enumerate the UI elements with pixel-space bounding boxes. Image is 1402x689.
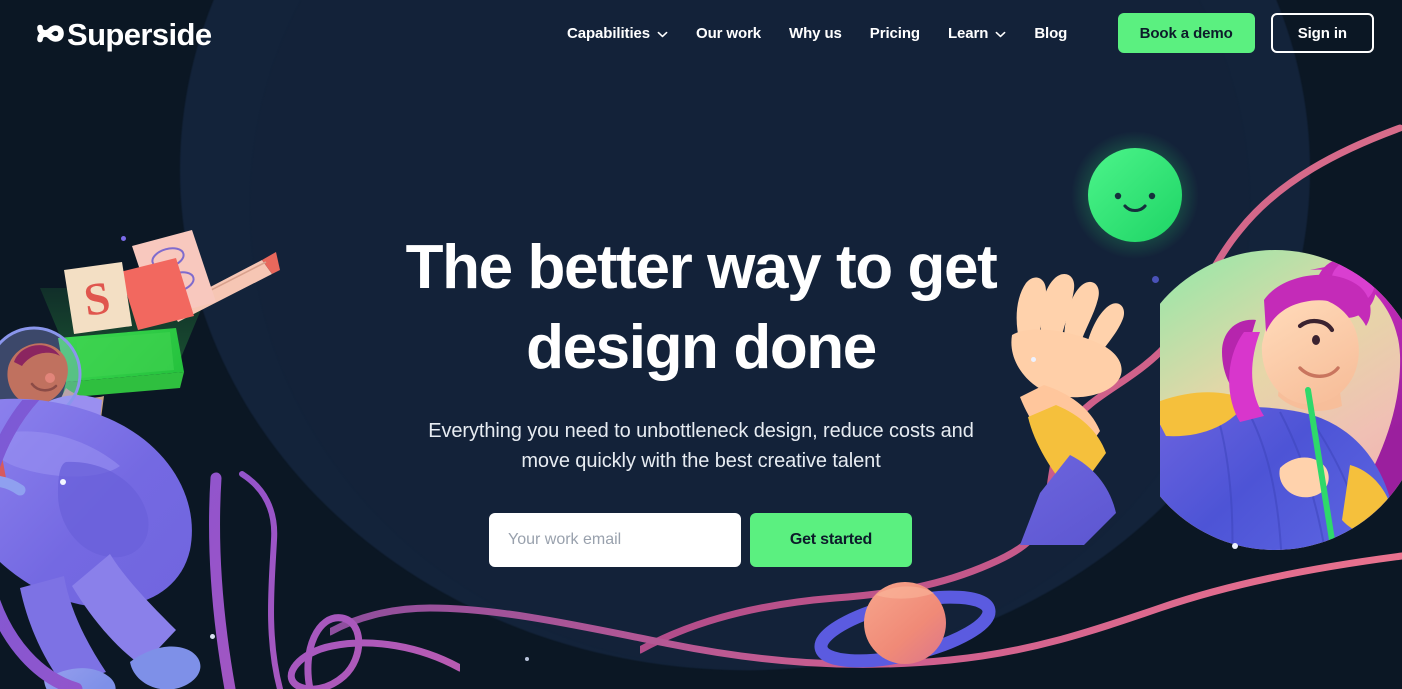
book-a-demo-button[interactable]: Book a demo xyxy=(1117,13,1255,53)
logo-wordmark: Superside xyxy=(67,16,212,52)
nav-item-our-work[interactable]: Our work xyxy=(682,17,775,50)
star-dot xyxy=(525,657,529,661)
chevron-down-icon xyxy=(657,29,668,40)
email-signup-form: Get started xyxy=(489,513,913,567)
nav-label: Pricing xyxy=(869,24,920,42)
hero-subtitle-line-2: move quickly with the best creative tale… xyxy=(521,450,881,472)
chevron-down-icon xyxy=(995,29,1006,40)
get-started-button[interactable]: Get started xyxy=(750,513,912,567)
star-dot xyxy=(210,634,215,639)
star-dot xyxy=(1232,543,1238,549)
star-dot xyxy=(121,236,126,241)
hero-title-line-2: design done xyxy=(526,313,877,382)
nav-label: Our work xyxy=(696,24,762,42)
nav-item-capabilities[interactable]: Capabilities xyxy=(553,17,682,50)
sign-in-button[interactable]: Sign in xyxy=(1270,13,1374,53)
nav-item-why-us[interactable]: Why us xyxy=(775,17,856,50)
nav-label: Capabilities xyxy=(567,24,650,42)
nav-item-learn[interactable]: Learn xyxy=(934,17,1020,50)
nav-label: Learn xyxy=(947,24,989,42)
hero-subtitle-line-1: Everything you need to unbottleneck desi… xyxy=(428,420,974,442)
logo-home-link[interactable]: Superside xyxy=(34,14,212,54)
star-dot xyxy=(60,479,66,485)
hero-subtitle: Everything you need to unbottleneck desi… xyxy=(414,416,989,476)
nav-label: Blog xyxy=(1034,24,1068,42)
header-actions: Book a demo Sign in xyxy=(1117,13,1374,53)
nav-item-pricing[interactable]: Pricing xyxy=(856,17,934,50)
hero-title-line-1: The better way to get xyxy=(405,233,998,302)
nav-item-blog[interactable]: Blog xyxy=(1020,17,1081,50)
site-header: Superside Capabilities Our work Why us P… xyxy=(0,0,1402,66)
hero-stage: S Superside Capabilities Our work Why us… xyxy=(0,0,1402,689)
main-navigation: Capabilities Our work Why us Pricing Lea… xyxy=(553,0,1081,66)
hero-content: The better way to get design done Everyt… xyxy=(381,228,1021,567)
svg-text:S: S xyxy=(81,272,113,326)
nav-label: Why us xyxy=(789,24,842,42)
work-email-input[interactable] xyxy=(489,513,741,567)
page-title: The better way to get design done xyxy=(381,228,1021,388)
